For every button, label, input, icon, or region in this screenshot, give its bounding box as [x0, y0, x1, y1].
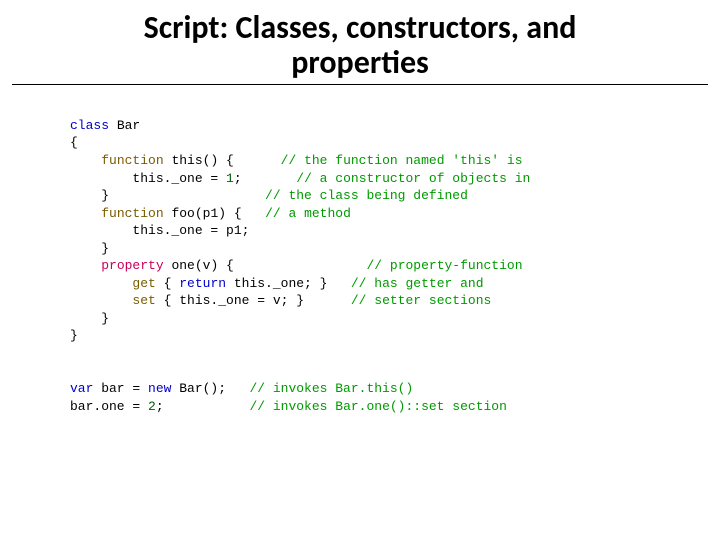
code-block: class Bar { function this() { // the fun… — [70, 99, 720, 415]
code-line: var bar = new Bar(); // invokes Bar.this… — [70, 381, 413, 396]
code-line: } — [70, 311, 109, 326]
keyword-class: class — [70, 118, 109, 133]
keyword-var: var — [70, 381, 93, 396]
indent — [70, 258, 101, 273]
comment: // property-function — [366, 258, 522, 273]
slide-title: Script: Classes, constructors, and prope… — [12, 0, 708, 85]
comment: // the function named 'this' is — [281, 153, 523, 168]
code-text: { this._one = v; } — [156, 293, 351, 308]
indent — [70, 276, 132, 291]
code-line: function foo(p1) { // a method — [70, 206, 351, 221]
code-text: this() { — [164, 153, 281, 168]
indent — [70, 206, 101, 221]
code-text: one(v) { — [164, 258, 367, 273]
code-text: this._one = p1; — [132, 223, 249, 238]
keyword-function: function — [101, 153, 163, 168]
code-line: } // the class being defined — [70, 188, 468, 203]
code-text: bar = — [93, 381, 148, 396]
code-line: this._one = p1; — [70, 223, 249, 238]
comment: // the class being defined — [265, 188, 468, 203]
code-line: bar.one = 2; // invokes Bar.one()::set s… — [70, 399, 507, 414]
blank-line — [70, 346, 78, 361]
comment: // invokes Bar.one()::set section — [249, 399, 506, 414]
code-text: Bar(); — [171, 381, 249, 396]
indent — [70, 241, 101, 256]
code-text: this._one; } — [226, 276, 351, 291]
comment: // has getter and — [351, 276, 484, 291]
keyword-new: new — [148, 381, 171, 396]
blank-line — [70, 364, 78, 379]
indent — [70, 171, 132, 186]
keyword-property: property — [101, 258, 163, 273]
code-text: ; — [234, 171, 296, 186]
indent — [70, 293, 132, 308]
code-text: } — [101, 241, 109, 256]
code-text: } — [101, 188, 265, 203]
indent — [70, 311, 101, 326]
code-line: set { this._one = v; } // setter section… — [70, 293, 491, 308]
code-text: } — [101, 311, 109, 326]
comment: // invokes Bar.this() — [249, 381, 413, 396]
code-line: function this() { // the function named … — [70, 153, 523, 168]
comment: // a method — [265, 206, 351, 221]
comment: // a constructor of objects in — [296, 171, 530, 186]
code-text: this._one = — [132, 171, 226, 186]
code-line: } — [70, 241, 109, 256]
code-text: bar.one = — [70, 399, 148, 414]
indent — [70, 188, 101, 203]
code-text: Bar — [109, 118, 140, 133]
code-text: { — [156, 276, 179, 291]
number-literal: 1 — [226, 171, 234, 186]
keyword-function: function — [101, 206, 163, 221]
code-text: ; — [156, 399, 250, 414]
slide: Script: Classes, constructors, and prope… — [0, 0, 720, 540]
code-line: { — [70, 135, 78, 150]
number-literal: 2 — [148, 399, 156, 414]
keyword-set: set — [132, 293, 155, 308]
code-line: class Bar — [70, 118, 140, 133]
code-line: get { return this._one; } // has getter … — [70, 276, 484, 291]
indent — [70, 153, 101, 168]
code-line: this._one = 1; // a constructor of objec… — [70, 171, 530, 186]
comment: // setter sections — [351, 293, 491, 308]
code-text: foo(p1) { — [164, 206, 265, 221]
keyword-get: get — [132, 276, 155, 291]
indent — [70, 223, 132, 238]
keyword-return: return — [179, 276, 226, 291]
code-line: } — [70, 328, 78, 343]
code-line: property one(v) { // property-function — [70, 258, 523, 273]
